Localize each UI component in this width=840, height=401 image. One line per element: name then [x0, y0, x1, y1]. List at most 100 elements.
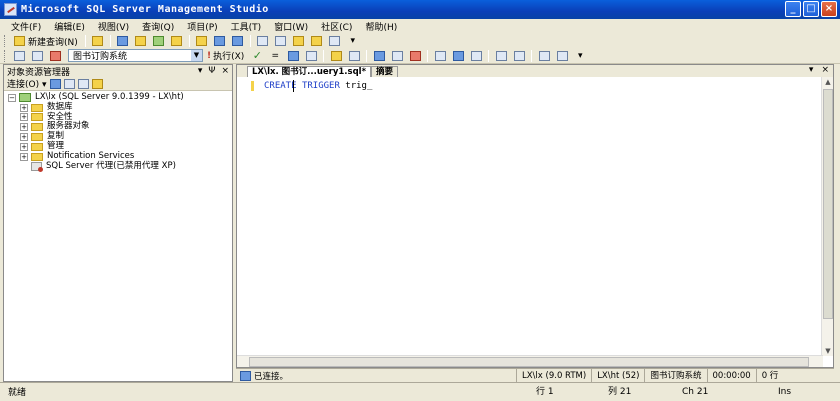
expand-icon[interactable]: + [20, 142, 28, 151]
new-query-button[interactable]: 新建查询(N) [10, 35, 82, 48]
expand-icon[interactable]: + [20, 123, 28, 132]
display-plan-button[interactable] [285, 49, 301, 62]
disconnect-button[interactable] [29, 49, 45, 62]
include-plan-button[interactable] [371, 49, 387, 62]
object-explorer-button[interactable] [273, 35, 289, 48]
comment-button[interactable] [493, 49, 509, 62]
results-to-file-button[interactable] [468, 49, 484, 62]
menu-community[interactable]: 社区(C) [316, 20, 360, 33]
collapse-icon[interactable]: − [8, 93, 16, 102]
results-to-text-button[interactable] [432, 49, 448, 62]
pin-button[interactable]: Ψ [208, 66, 215, 76]
expand-icon[interactable]: + [20, 113, 28, 122]
change-connection-button[interactable] [47, 49, 63, 62]
tree-node-server-objects[interactable]: + 服务器对象 [8, 122, 232, 132]
menu-view[interactable]: 视图(V) [93, 20, 137, 33]
toolbar-options-button[interactable]: ▾ [345, 35, 361, 48]
tab-close-button[interactable]: × [821, 65, 829, 75]
folder-icon [31, 142, 43, 151]
code-editor[interactable]: CREATE TRIGGER trig_ [237, 77, 833, 356]
expand-icon[interactable]: + [20, 103, 28, 112]
code-text: trig_ [339, 81, 373, 91]
maximize-button[interactable]: □ [803, 1, 819, 17]
minimize-button[interactable]: _ [785, 1, 801, 17]
user-info: LX\ht (52) [591, 368, 644, 383]
query-options-button[interactable] [407, 49, 423, 62]
dmx-icon [153, 36, 165, 46]
connect-button[interactable] [11, 49, 27, 62]
scrollbar-thumb[interactable] [249, 357, 809, 367]
increase-indent-button[interactable] [554, 49, 570, 62]
tree-node-databases[interactable]: + 数据库 [8, 102, 232, 113]
tree-node-replication[interactable]: + 复制 [8, 131, 232, 142]
toolbar-separator [427, 49, 429, 62]
menu-tools[interactable]: 工具(T) [226, 20, 270, 33]
expand-icon[interactable]: + [20, 152, 28, 161]
tree-node-sql-agent[interactable]: SQL Server 代理(已禁用代理 XP) [8, 161, 232, 172]
toolbar-grip[interactable] [4, 35, 7, 47]
horizontal-scrollbar[interactable] [237, 355, 823, 367]
database-engine-query-button[interactable] [90, 35, 106, 48]
menu-project[interactable]: 项目(P) [182, 20, 225, 33]
template-explorer-button[interactable] [291, 35, 307, 48]
execute-button[interactable]: ! 执行(X) [203, 49, 248, 63]
toolbar-separator [249, 35, 251, 47]
connect-dropdown[interactable]: 连接(O) ▾ [7, 77, 47, 90]
object-explorer-header: 对象资源管理器 ▾ Ψ × [4, 65, 232, 78]
connect-label: 连接(O) [7, 80, 40, 90]
uncomment-button[interactable] [511, 49, 527, 62]
analysis-query-button[interactable] [115, 35, 131, 48]
dmx-query-button[interactable] [151, 35, 167, 48]
pane-close-button[interactable]: × [221, 66, 229, 76]
expand-icon[interactable]: + [20, 133, 28, 142]
tab-list-button[interactable]: ▾ [809, 65, 814, 75]
menu-query[interactable]: 查询(Q) [137, 20, 182, 33]
solution-explorer-button[interactable] [309, 35, 325, 48]
insert-mode-indicator: Ins [778, 386, 792, 397]
client-stats-button[interactable] [389, 49, 405, 62]
results-text-icon [434, 50, 446, 61]
toolbar-separator [188, 35, 190, 47]
specify-values-button[interactable] [346, 49, 362, 62]
close-button[interactable]: × [821, 1, 837, 17]
menu-help[interactable]: 帮助(H) [360, 20, 405, 33]
tree-node-server[interactable]: − LX\lx (SQL Server 9.0.1399 - LX\ht) [8, 92, 232, 103]
open-file-button[interactable] [194, 35, 210, 48]
intellisense-button[interactable] [328, 49, 344, 62]
properties-button[interactable] [327, 35, 343, 48]
menu-file[interactable]: 文件(F) [6, 20, 49, 33]
scroll-up-icon[interactable]: ▲ [823, 77, 833, 87]
code-line[interactable]: CREATE TRIGGER trig_ [264, 81, 372, 91]
database-query-icon [92, 36, 104, 46]
results-grid-icon [452, 50, 464, 61]
decrease-indent-button[interactable] [536, 49, 552, 62]
mdx-icon [135, 36, 147, 46]
query-designer-button[interactable] [303, 49, 319, 62]
tab-query[interactable]: LX\lx. 图书订...uery1.sql* [247, 66, 372, 77]
refresh-icon[interactable] [77, 78, 89, 89]
save-button[interactable] [212, 35, 228, 48]
server-info: LX\lx (9.0 RTM) [516, 368, 591, 383]
standard-toolbar: 新建查询(N) ▾ [0, 33, 840, 49]
vertical-scrollbar[interactable]: ▲ ▼ [821, 77, 833, 356]
mdx-query-button[interactable] [133, 35, 149, 48]
tab-summary[interactable]: 摘要 [371, 66, 399, 77]
parse-button[interactable]: ✓ [249, 49, 265, 62]
filter-icon[interactable] [91, 78, 103, 89]
connect-server-icon[interactable] [49, 78, 61, 89]
toolbar-options-button[interactable]: ▾ [572, 49, 588, 62]
pane-menu-button[interactable]: ▾ [198, 66, 203, 76]
scrollbar-thumb[interactable] [823, 89, 833, 319]
scroll-down-icon[interactable]: ▼ [823, 346, 833, 356]
save-all-button[interactable] [230, 35, 246, 48]
tree-node-security[interactable]: + 安全性 [8, 112, 232, 123]
toolbar-grip[interactable] [4, 49, 7, 62]
stop-icon[interactable] [63, 78, 75, 89]
xmla-query-button[interactable] [169, 35, 185, 48]
menu-window[interactable]: 窗口(W) [269, 20, 316, 33]
menu-edit[interactable]: 编辑(E) [49, 20, 93, 33]
registered-servers-button[interactable] [255, 35, 271, 48]
results-to-grid-button[interactable] [450, 49, 466, 62]
cancel-query-button[interactable]: = [267, 49, 283, 62]
database-selector[interactable]: 图书订购系统 ▼ [68, 49, 203, 62]
